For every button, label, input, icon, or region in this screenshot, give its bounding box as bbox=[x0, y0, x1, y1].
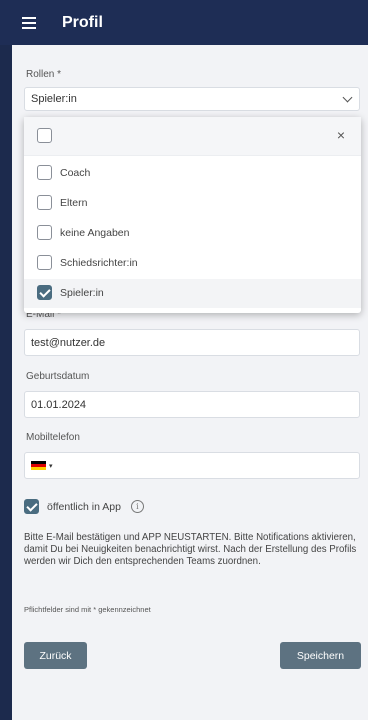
email-value: test@nutzer.de bbox=[31, 336, 106, 349]
role-option-eltern[interactable]: Eltern bbox=[24, 189, 361, 218]
hamburger-menu-icon[interactable] bbox=[22, 17, 36, 29]
mobile-field[interactable]: ▾ bbox=[24, 452, 360, 479]
roles-select[interactable]: Spieler:in bbox=[24, 87, 360, 111]
checkbox-icon[interactable] bbox=[37, 255, 52, 270]
page-title: Profil bbox=[62, 13, 103, 31]
back-button[interactable]: Zurück bbox=[24, 642, 87, 669]
public-in-app-checkbox[interactable] bbox=[24, 499, 39, 514]
role-option-keine-angaben[interactable]: keine Angaben bbox=[24, 219, 361, 248]
role-option-label: Spieler:in bbox=[60, 287, 104, 299]
germany-flag-icon[interactable] bbox=[31, 460, 46, 471]
role-option-coach[interactable]: Coach bbox=[24, 159, 361, 188]
public-in-app-row: öffentlich in App i bbox=[24, 499, 144, 514]
role-option-label: keine Angaben bbox=[60, 227, 130, 239]
info-icon[interactable]: i bbox=[130, 500, 144, 513]
checkbox-icon[interactable] bbox=[37, 225, 52, 240]
roles-selected-value: Spieler:in bbox=[31, 93, 77, 105]
checkbox-checked-icon[interactable] bbox=[37, 285, 52, 300]
role-option-spieler[interactable]: Spieler:in bbox=[24, 279, 361, 308]
profile-form: Rollen * Spieler:in E-Mail * test@nutzer… bbox=[12, 45, 368, 720]
roles-label: Rollen * bbox=[26, 69, 62, 80]
required-fields-note: Pflichtfelder sind mit * gekennzeichnet bbox=[24, 605, 151, 614]
app-bar: Profil bbox=[0, 0, 368, 45]
checkbox-icon[interactable] bbox=[37, 195, 52, 210]
roles-dropdown: × Coach Eltern keine Angaben Schiedsrich… bbox=[24, 117, 361, 313]
birthdate-field[interactable]: 01.01.2024 bbox=[24, 391, 360, 418]
close-icon[interactable]: × bbox=[337, 127, 345, 143]
role-option-schiedsrichter[interactable]: Schiedsrichter:in bbox=[24, 249, 361, 278]
select-all-checkbox[interactable] bbox=[37, 128, 52, 143]
dropdown-header: × bbox=[24, 117, 361, 156]
role-option-label: Coach bbox=[60, 167, 91, 179]
role-option-label: Schiedsrichter:in bbox=[60, 257, 138, 269]
notice-text: Bitte E-Mail bestätigen und APP NEUSTART… bbox=[24, 532, 357, 567]
role-option-label: Eltern bbox=[60, 197, 88, 209]
email-field[interactable]: test@nutzer.de bbox=[24, 329, 360, 356]
birthdate-label: Geburtsdatum bbox=[26, 371, 90, 382]
mobile-label: Mobiltelefon bbox=[26, 432, 80, 443]
country-dropdown-indicator[interactable]: ▾ bbox=[49, 462, 53, 470]
checkbox-icon[interactable] bbox=[37, 165, 52, 180]
chevron-down-icon bbox=[342, 92, 353, 103]
birthdate-value: 01.01.2024 bbox=[31, 398, 87, 411]
public-in-app-label: öffentlich in App bbox=[47, 500, 121, 513]
save-button[interactable]: Speichern bbox=[280, 642, 361, 669]
